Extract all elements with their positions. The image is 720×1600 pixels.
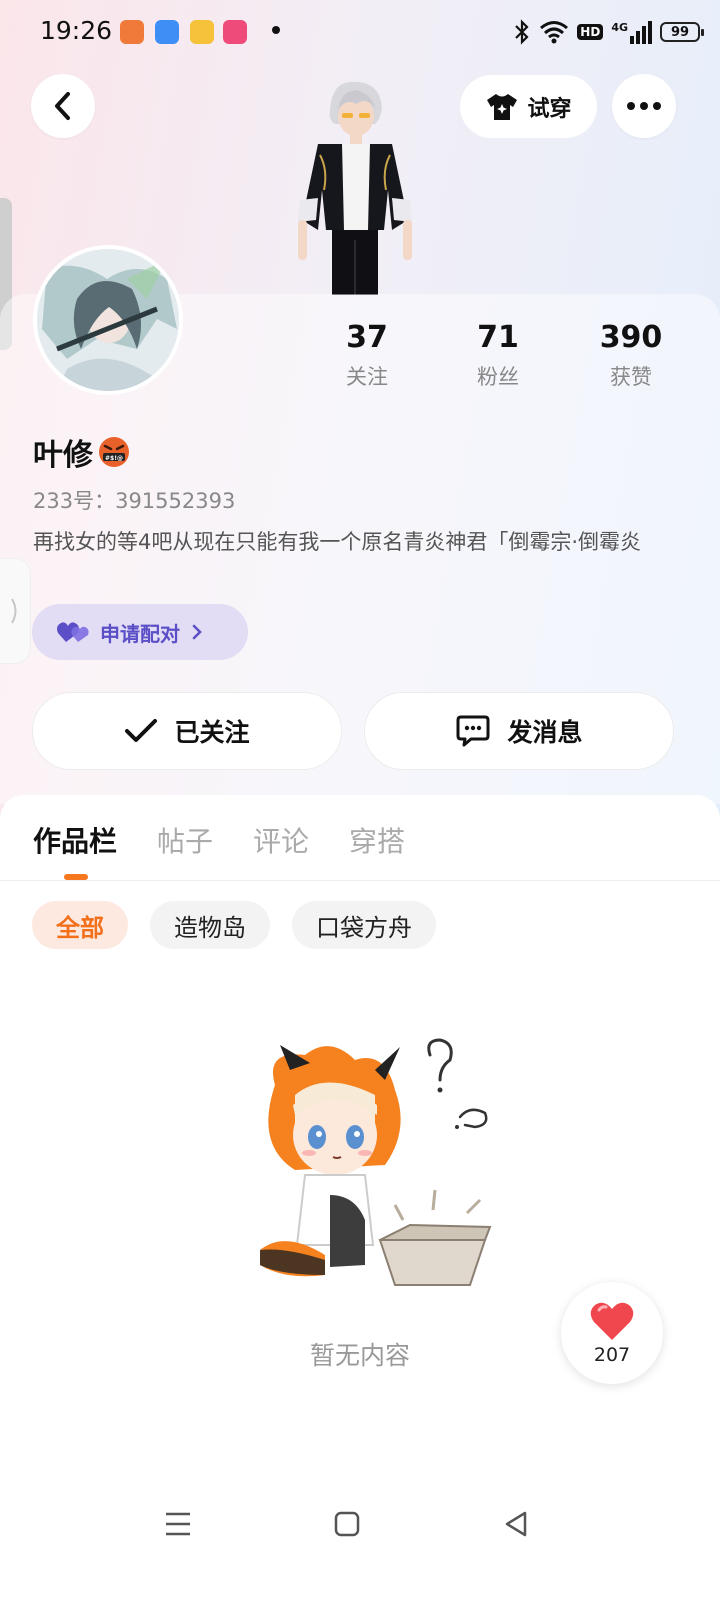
- stat-value: 390: [599, 320, 663, 355]
- square-home-icon: [334, 1511, 360, 1537]
- tshirt-icon: [487, 93, 518, 120]
- hd-badge: HD: [577, 24, 604, 40]
- stat-label: 粉丝: [477, 365, 519, 389]
- back-button[interactable]: [31, 74, 95, 138]
- signal-icon: 4G: [611, 20, 652, 44]
- more-options-button[interactable]: [612, 74, 676, 138]
- filter-chips: 全部 造物岛 口袋方舟: [32, 901, 436, 949]
- app-notification-icon: [120, 20, 144, 44]
- stat-value: 37: [346, 320, 388, 355]
- empty-state-illustration: [260, 1038, 492, 1286]
- avatar-character-figure: [298, 81, 412, 295]
- try-on-label: 试穿: [527, 96, 572, 122]
- home-nav-button[interactable]: [325, 1502, 369, 1546]
- menu-nav-button[interactable]: [156, 1502, 200, 1546]
- more-notifications-dot: [272, 26, 280, 34]
- send-message-button[interactable]: 发消息: [364, 692, 674, 770]
- avatar-image: [37, 249, 179, 391]
- following-label: 已关注: [174, 718, 250, 747]
- back-nav-button[interactable]: [494, 1502, 538, 1546]
- app-notification-icon: [223, 20, 247, 44]
- menu-icon: [166, 1512, 190, 1536]
- stat-value: 71: [477, 320, 519, 355]
- status-time: 19:26: [40, 16, 113, 45]
- profile-stats: 37 关注 71 粉丝 390 获赞: [300, 320, 700, 400]
- tab-posts[interactable]: 帖子: [157, 820, 213, 860]
- tab-outfits[interactable]: 穿搭: [349, 820, 405, 860]
- chip-pocket-ark[interactable]: 口袋方舟: [292, 901, 436, 949]
- stat-likes[interactable]: 390 获赞: [564, 320, 698, 391]
- like-button[interactable]: 207: [561, 1282, 663, 1384]
- svg-text:#$!@: #$!@: [105, 455, 123, 462]
- stat-label: 获赞: [610, 365, 652, 389]
- user-id: 233号：391552393: [33, 489, 236, 513]
- try-on-button[interactable]: 试穿: [460, 75, 597, 138]
- chip-all[interactable]: 全部: [32, 901, 128, 949]
- chevron-right-icon: [192, 624, 202, 640]
- send-message-label: 发消息: [507, 718, 583, 747]
- triangle-back-icon: [505, 1511, 527, 1537]
- double-heart-icon: [57, 622, 89, 642]
- system-navigation-bar: [0, 1490, 720, 1560]
- app-notification-icon: [190, 20, 214, 44]
- stat-label: 关注: [346, 365, 388, 389]
- app-notification-icon: [155, 20, 179, 44]
- heart-icon: [590, 1302, 634, 1340]
- profile-bio: 再找女的等4吧从现在只能有我一个原名青炎神君「倒霉宗·倒霉炎: [33, 530, 642, 554]
- wifi-icon: [540, 21, 569, 44]
- battery-icon: 99: [660, 22, 704, 42]
- cursing-emoji-icon: #$!@: [99, 437, 129, 467]
- chat-bubble-icon: [456, 715, 490, 747]
- tab-works[interactable]: 作品栏: [33, 820, 117, 860]
- stat-following[interactable]: 37 关注: [300, 320, 434, 391]
- profile-tabs: 作品栏 帖子 评论 穿搭: [33, 820, 405, 860]
- status-bar: 19:26 HD 4G 99: [0, 0, 720, 64]
- more-dots-icon: [627, 102, 661, 110]
- like-count: 207: [593, 1344, 631, 1366]
- checkmark-icon: [125, 719, 158, 742]
- stat-followers[interactable]: 71 粉丝: [431, 320, 565, 391]
- username: 叶修: [33, 438, 93, 473]
- tab-divider: [0, 880, 720, 881]
- chevron-left-icon: [55, 92, 70, 120]
- avatar[interactable]: [33, 245, 183, 395]
- chip-creation-island[interactable]: 造物岛: [150, 901, 270, 949]
- following-button[interactable]: 已关注: [32, 692, 342, 770]
- bluetooth-icon: [515, 19, 529, 45]
- profile-name: 叶修 #$!@: [33, 430, 131, 474]
- request-match-button[interactable]: 申请配对: [32, 604, 248, 660]
- tab-comments[interactable]: 评论: [253, 820, 309, 860]
- request-match-label: 申请配对: [100, 621, 180, 646]
